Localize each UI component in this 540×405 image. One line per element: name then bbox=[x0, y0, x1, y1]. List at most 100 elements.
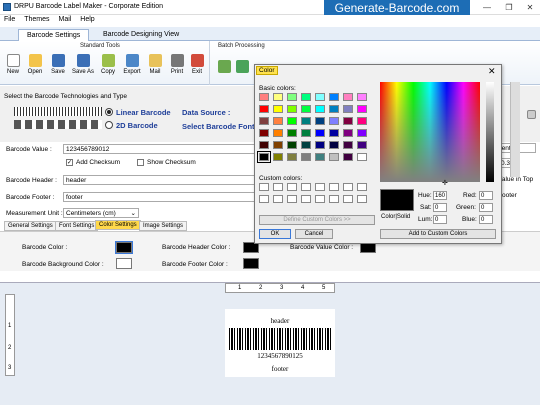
define-custom-colors-button[interactable]: Define Custom Colors >> bbox=[259, 215, 375, 225]
basic-color-swatch[interactable] bbox=[259, 105, 269, 113]
basic-color-swatch[interactable] bbox=[301, 141, 311, 149]
basic-color-swatch[interactable] bbox=[343, 93, 353, 101]
basic-color-swatch[interactable] bbox=[329, 141, 339, 149]
mail-button[interactable]: Mail bbox=[144, 54, 166, 75]
basic-color-swatch[interactable] bbox=[315, 117, 325, 125]
basic-color-swatch[interactable] bbox=[257, 151, 271, 163]
menu-file[interactable]: File bbox=[4, 16, 15, 23]
custom-color-swatch[interactable] bbox=[259, 183, 269, 191]
basic-color-swatch[interactable] bbox=[287, 153, 297, 161]
custom-color-swatch[interactable] bbox=[343, 183, 353, 191]
tab-barcode-settings[interactable]: Barcode Settings bbox=[18, 29, 90, 41]
barcode-header-input[interactable]: header bbox=[63, 175, 263, 185]
batch-excel-icon[interactable] bbox=[236, 60, 249, 73]
tab-image-settings[interactable]: Image Settings bbox=[139, 221, 188, 231]
sat-input[interactable]: 0 bbox=[433, 203, 447, 212]
footer-color-swatch[interactable] bbox=[243, 258, 259, 269]
custom-color-swatch[interactable] bbox=[273, 183, 283, 191]
basic-color-swatch[interactable] bbox=[329, 153, 339, 161]
basic-color-swatch[interactable] bbox=[273, 117, 283, 125]
2d-radio[interactable] bbox=[105, 121, 113, 129]
basic-color-swatch[interactable] bbox=[357, 93, 367, 101]
cancel-button[interactable]: Cancel bbox=[295, 229, 333, 239]
basic-color-swatch[interactable] bbox=[329, 105, 339, 113]
settings-icon[interactable] bbox=[527, 110, 536, 119]
basic-color-swatch[interactable] bbox=[287, 93, 297, 101]
basic-color-swatch[interactable] bbox=[315, 93, 325, 101]
basic-color-swatch[interactable] bbox=[301, 93, 311, 101]
menu-help[interactable]: Help bbox=[80, 16, 94, 23]
basic-color-swatch[interactable] bbox=[287, 129, 297, 137]
basic-color-swatch[interactable] bbox=[273, 93, 283, 101]
measurement-unit-select[interactable]: Centimeters (cm) ⌄ bbox=[63, 208, 139, 218]
add-checksum-checkbox[interactable]: ✓ bbox=[66, 159, 73, 166]
red-input[interactable]: 0 bbox=[479, 191, 493, 200]
custom-color-swatch[interactable] bbox=[315, 183, 325, 191]
open-button[interactable]: Open bbox=[24, 54, 46, 75]
basic-color-swatch[interactable] bbox=[287, 141, 297, 149]
basic-color-swatch[interactable] bbox=[259, 141, 269, 149]
custom-color-swatch[interactable] bbox=[315, 195, 325, 203]
export-button[interactable]: Export bbox=[121, 54, 143, 75]
tab-general-settings[interactable]: General Settings bbox=[4, 221, 57, 231]
barcode-value-input[interactable]: 123456789012 bbox=[63, 144, 263, 154]
basic-color-swatch[interactable] bbox=[357, 153, 367, 161]
custom-color-swatch[interactable] bbox=[357, 183, 367, 191]
hue-input[interactable]: 160 bbox=[433, 191, 447, 200]
basic-color-swatch[interactable] bbox=[329, 129, 339, 137]
basic-color-swatch[interactable] bbox=[287, 105, 297, 113]
basic-color-swatch[interactable] bbox=[357, 105, 367, 113]
blue-input[interactable]: 0 bbox=[479, 215, 493, 224]
basic-color-swatch[interactable] bbox=[287, 117, 297, 125]
basic-color-swatch[interactable] bbox=[357, 129, 367, 137]
close-button[interactable]: ✕ bbox=[519, 1, 540, 14]
basic-color-swatch[interactable] bbox=[259, 129, 269, 137]
barcode-color-swatch[interactable] bbox=[115, 241, 133, 254]
basic-color-swatch[interactable] bbox=[273, 141, 283, 149]
exit-button[interactable]: Exit bbox=[186, 54, 208, 75]
basic-color-swatch[interactable] bbox=[343, 141, 353, 149]
basic-color-swatch[interactable] bbox=[301, 153, 311, 161]
maximize-button[interactable]: ❐ bbox=[498, 1, 520, 14]
lum-slider-track[interactable] bbox=[510, 82, 520, 177]
basic-color-swatch[interactable] bbox=[343, 129, 353, 137]
basic-color-swatch[interactable] bbox=[259, 117, 269, 125]
basic-color-swatch[interactable] bbox=[329, 117, 339, 125]
tab-color-settings[interactable]: Color Settings bbox=[95, 220, 141, 230]
custom-color-swatch[interactable] bbox=[329, 195, 339, 203]
tab-barcode-designing-view[interactable]: Barcode Designing View bbox=[95, 29, 187, 41]
linear-radio[interactable] bbox=[105, 108, 113, 116]
minimize-button[interactable]: — bbox=[476, 1, 498, 14]
green-input[interactable]: 0 bbox=[479, 203, 493, 212]
basic-color-swatch[interactable] bbox=[301, 129, 311, 137]
custom-color-swatch[interactable] bbox=[259, 195, 269, 203]
background-color-swatch[interactable] bbox=[116, 258, 132, 269]
copy-button[interactable]: Copy bbox=[97, 54, 119, 75]
basic-color-swatch[interactable] bbox=[343, 105, 353, 113]
add-to-custom-colors-button[interactable]: Add to Custom Colors bbox=[380, 229, 496, 239]
tab-font-settings[interactable]: Font Settings bbox=[55, 221, 99, 231]
luminance-bar[interactable] bbox=[486, 82, 494, 182]
custom-color-swatch[interactable] bbox=[301, 195, 311, 203]
show-checksum-checkbox[interactable] bbox=[137, 159, 144, 166]
basic-color-swatch[interactable] bbox=[315, 141, 325, 149]
basic-color-swatch[interactable] bbox=[315, 153, 325, 161]
custom-color-swatch[interactable] bbox=[273, 195, 283, 203]
color-spectrum[interactable] bbox=[380, 82, 480, 182]
basic-color-swatch[interactable] bbox=[273, 105, 283, 113]
basic-color-swatch[interactable] bbox=[343, 153, 353, 161]
basic-color-swatch[interactable] bbox=[343, 117, 353, 125]
basic-color-swatch[interactable] bbox=[329, 93, 339, 101]
custom-color-swatch[interactable] bbox=[329, 183, 339, 191]
basic-color-swatch[interactable] bbox=[357, 117, 367, 125]
save-as-button[interactable]: Save As bbox=[72, 54, 94, 75]
basic-color-swatch[interactable] bbox=[301, 105, 311, 113]
custom-color-swatch[interactable] bbox=[287, 183, 297, 191]
custom-color-swatch[interactable] bbox=[287, 195, 297, 203]
basic-color-swatch[interactable] bbox=[259, 93, 269, 101]
basic-color-swatch[interactable] bbox=[273, 129, 283, 137]
save-button[interactable]: Save bbox=[47, 54, 69, 75]
ok-button[interactable]: OK bbox=[259, 229, 291, 239]
lum-input[interactable]: 0 bbox=[433, 215, 447, 224]
basic-color-swatch[interactable] bbox=[315, 129, 325, 137]
